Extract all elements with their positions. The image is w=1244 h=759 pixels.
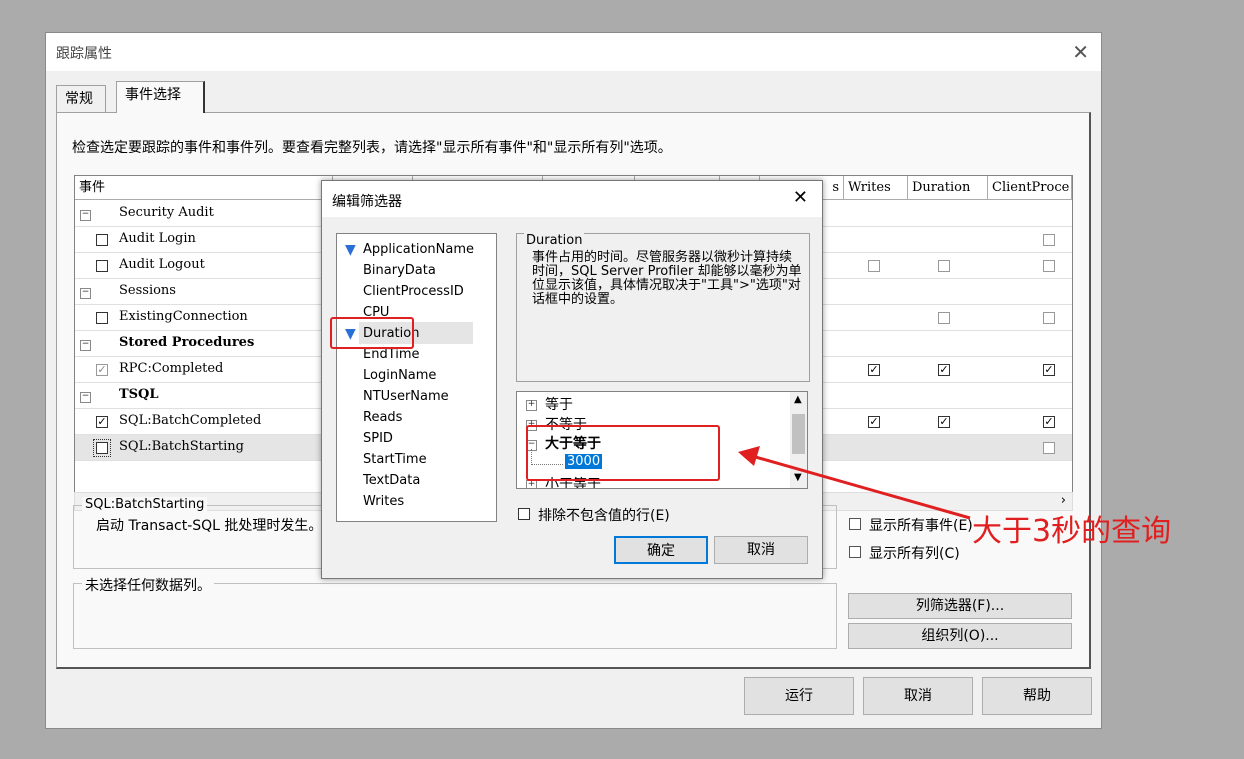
arrow-line [751, 454, 971, 520]
arrow-head [738, 446, 760, 466]
annotation-label: 大于3秒的查询 [972, 514, 1172, 549]
annotation-arrow [738, 446, 971, 520]
